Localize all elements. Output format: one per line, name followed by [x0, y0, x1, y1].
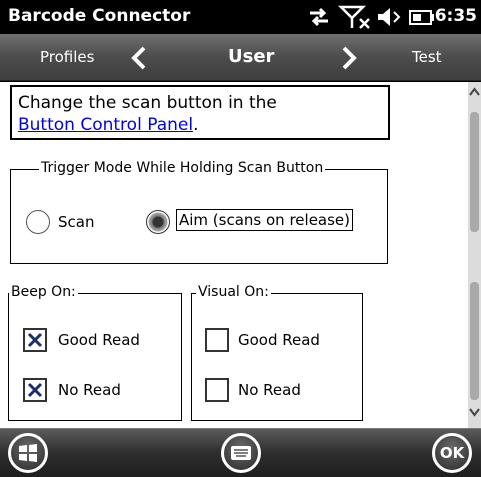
- keyboard-button[interactable]: [221, 433, 261, 473]
- chevron-right-icon[interactable]: [341, 46, 357, 70]
- profile-nav-bar: Profiles User Test: [0, 34, 481, 81]
- scroll-down-icon[interactable]: [468, 406, 481, 418]
- scroll-up-icon[interactable]: [468, 86, 481, 98]
- bottom-bar: OK: [0, 428, 481, 477]
- aim-radio-label[interactable]: Aim (scans on release): [176, 209, 354, 231]
- beep-good-read-label[interactable]: Good Read: [58, 331, 140, 349]
- button-control-panel-link[interactable]: Button Control Panel: [18, 115, 193, 135]
- beep-no-read-label[interactable]: No Read: [58, 381, 121, 399]
- scan-radio[interactable]: [26, 210, 50, 234]
- status-bar: Barcode Connector 6:35: [0, 0, 481, 34]
- check-x-icon: [27, 382, 43, 398]
- windows-logo-icon: [19, 444, 37, 462]
- ok-button[interactable]: OK: [432, 433, 472, 473]
- info-link-line: Button Control Panel.: [18, 115, 198, 135]
- info-box: Change the scan button in the Button Con…: [10, 85, 390, 140]
- beep-good-read-checkbox[interactable]: [23, 328, 47, 352]
- keyboard-icon: [231, 446, 251, 460]
- visual-no-read-checkbox[interactable]: [205, 378, 229, 402]
- beep-no-read-checkbox[interactable]: [23, 378, 47, 402]
- clock: 6:35: [434, 6, 477, 26]
- check-x-icon: [27, 332, 43, 348]
- no-signal-icon: [338, 5, 370, 29]
- app-title: Barcode Connector: [8, 6, 191, 26]
- battery-icon: [409, 10, 434, 25]
- info-text: Change the scan button in the: [18, 93, 277, 113]
- trigger-mode-group: Trigger Mode While Holding Scan Button S…: [10, 160, 388, 264]
- tab-profiles[interactable]: Profiles: [40, 48, 94, 66]
- tab-test[interactable]: Test: [412, 48, 442, 66]
- settings-panel: Change the scan button in the Button Con…: [0, 82, 468, 428]
- visual-good-read-checkbox[interactable]: [205, 328, 229, 352]
- scan-radio-label[interactable]: Scan: [58, 213, 94, 231]
- visual-good-read-label[interactable]: Good Read: [238, 331, 320, 349]
- aim-radio[interactable]: [146, 210, 170, 234]
- volume-icon: [378, 8, 401, 26]
- vertical-scrollbar[interactable]: [468, 82, 481, 428]
- start-button[interactable]: [8, 433, 48, 473]
- beep-on-legend: Beep On:: [9, 284, 78, 300]
- chevron-left-icon[interactable]: [131, 46, 147, 70]
- beep-on-group: Beep On: Good Read No Read: [8, 284, 182, 421]
- data-connection-icon: [310, 7, 328, 27]
- scroll-track-segment: [470, 282, 479, 400]
- scroll-thumb[interactable]: [470, 112, 479, 232]
- visual-on-legend: Visual On:: [196, 284, 271, 300]
- visual-no-read-label[interactable]: No Read: [238, 381, 301, 399]
- current-profile-title: User: [228, 46, 275, 67]
- trigger-mode-legend: Trigger Mode While Holding Scan Button: [39, 160, 326, 176]
- info-link-suffix: .: [193, 115, 199, 135]
- visual-on-group: Visual On: Good Read No Read: [191, 284, 363, 421]
